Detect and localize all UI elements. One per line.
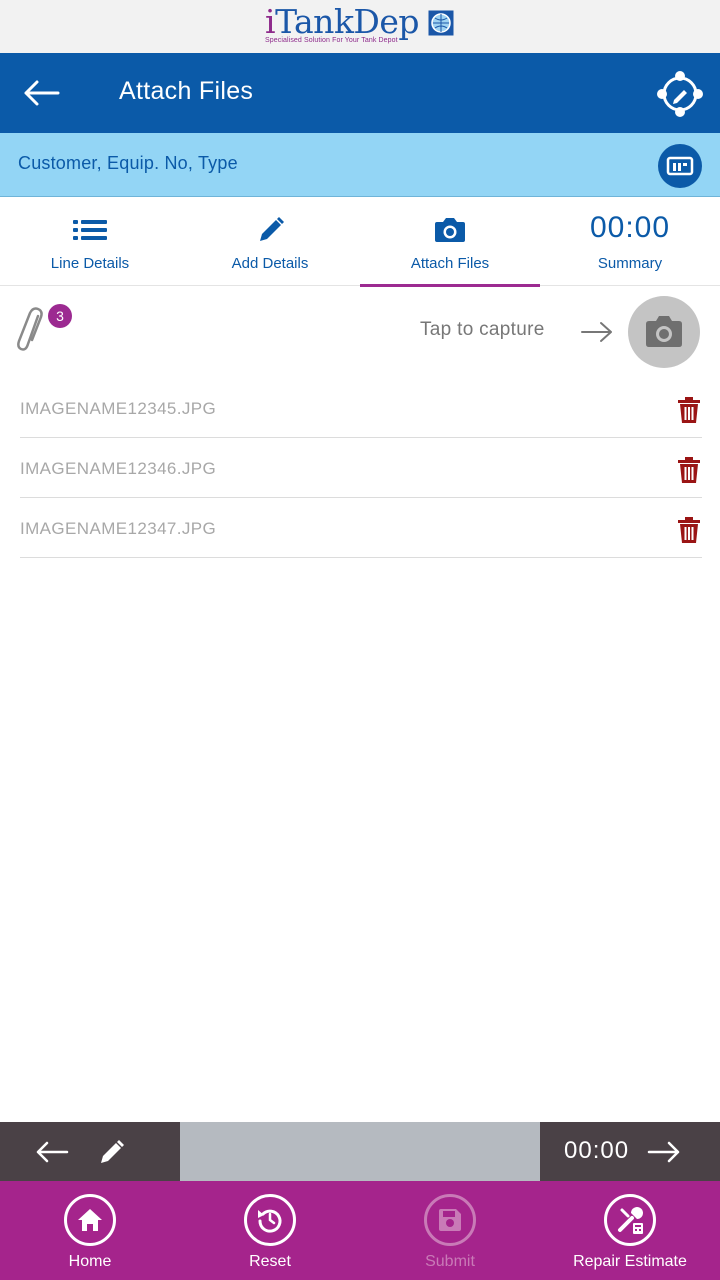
tab-summary[interactable]: 00:00 Summary: [540, 197, 720, 286]
app-logo: iTankDep Specialised Solution For Your T…: [265, 4, 457, 48]
nav-label: Submit: [425, 1253, 475, 1270]
logo-bar: iTankDep Specialised Solution For Your T…: [0, 0, 720, 53]
file-name: IMAGENAME12345.JPG: [20, 399, 217, 418]
camera-icon: [435, 218, 465, 242]
home-icon: [78, 1209, 102, 1231]
file-row: IMAGENAME12347.JPG: [0, 498, 720, 558]
id-card-icon: [666, 156, 694, 176]
save-icon: [439, 1209, 461, 1231]
tab-label: Add Details: [231, 255, 309, 272]
tab-add-details[interactable]: Add Details: [180, 197, 360, 286]
customer-info-bar[interactable]: Customer, Equip. No, Type: [0, 133, 720, 197]
list-icon: [73, 220, 107, 240]
edit-network-icon[interactable]: [656, 70, 704, 118]
app-header: Attach Files: [0, 53, 720, 133]
tab-bar: Line Details Add Details Attach Files 00…: [0, 197, 720, 287]
tab-line-details[interactable]: Line Details: [0, 197, 180, 286]
nav-home[interactable]: Home: [0, 1181, 180, 1280]
action-strip: 00:00: [0, 1122, 720, 1181]
pencil-icon[interactable]: [98, 1136, 126, 1166]
bottom-nav: Home Reset Submit Repair Estimate: [0, 1181, 720, 1280]
strip-middle: [180, 1122, 540, 1181]
camera-icon: [646, 316, 682, 347]
nav-home-circle: [64, 1194, 116, 1246]
trash-icon[interactable]: [676, 456, 702, 484]
globe-icon: [428, 10, 454, 36]
arrow-right-icon: [581, 322, 612, 342]
logo-tagline: Specialised Solution For Your Tank Depot: [265, 37, 398, 44]
nav-label: Reset: [249, 1253, 291, 1270]
file-name: IMAGENAME12346.JPG: [20, 459, 217, 478]
trash-icon[interactable]: [676, 516, 702, 544]
tap-to-capture-label: Tap to capture: [420, 319, 545, 340]
nav-repair-estimate-circle: [604, 1194, 656, 1246]
tab-label: Summary: [597, 255, 663, 272]
logo-text: iTankDep: [265, 2, 420, 41]
page-title: Attach Files: [119, 77, 254, 105]
nav-reset-circle: [244, 1194, 296, 1246]
strip-right: 00:00: [540, 1122, 720, 1181]
nav-repair-estimate[interactable]: Repair Estimate: [540, 1181, 720, 1280]
attachment-count-badge: 3: [48, 304, 72, 328]
reset-icon: [258, 1209, 282, 1233]
summary-timer: 00:00: [589, 211, 671, 244]
arrow-right-icon[interactable]: [646, 1138, 682, 1166]
repair-estimate-icon: [618, 1207, 643, 1234]
capture-camera-button[interactable]: [628, 296, 700, 368]
file-name: IMAGENAME12347.JPG: [20, 519, 217, 538]
file-row: IMAGENAME12346.JPG: [0, 438, 720, 498]
strip-left: [0, 1122, 180, 1181]
tab-label: Attach Files: [410, 255, 490, 272]
nav-label: Home: [68, 1253, 112, 1270]
tab-label: Line Details: [50, 255, 130, 272]
strip-timer: 00:00: [564, 1137, 630, 1164]
tab-attach-files[interactable]: Attach Files: [360, 197, 540, 287]
trash-icon[interactable]: [676, 396, 702, 424]
nav-label: Repair Estimate: [573, 1253, 687, 1270]
file-row: IMAGENAME12345.JPG: [0, 378, 720, 438]
capture-row: 3 Tap to capture: [0, 286, 720, 378]
arrow-left-icon[interactable]: [34, 1138, 70, 1166]
paperclip-icon: [17, 307, 43, 351]
nav-reset[interactable]: Reset: [180, 1181, 360, 1280]
nav-submit-circle: [424, 1194, 476, 1246]
id-card-button[interactable]: [658, 144, 702, 188]
nav-submit[interactable]: Submit: [360, 1181, 540, 1280]
file-list: IMAGENAME12345.JPG IMAGENAME12346.JPG IM…: [0, 378, 720, 558]
pencil-icon: [260, 217, 284, 241]
back-arrow-icon[interactable]: [18, 71, 64, 115]
customer-info-text: Customer, Equip. No, Type: [18, 153, 238, 173]
